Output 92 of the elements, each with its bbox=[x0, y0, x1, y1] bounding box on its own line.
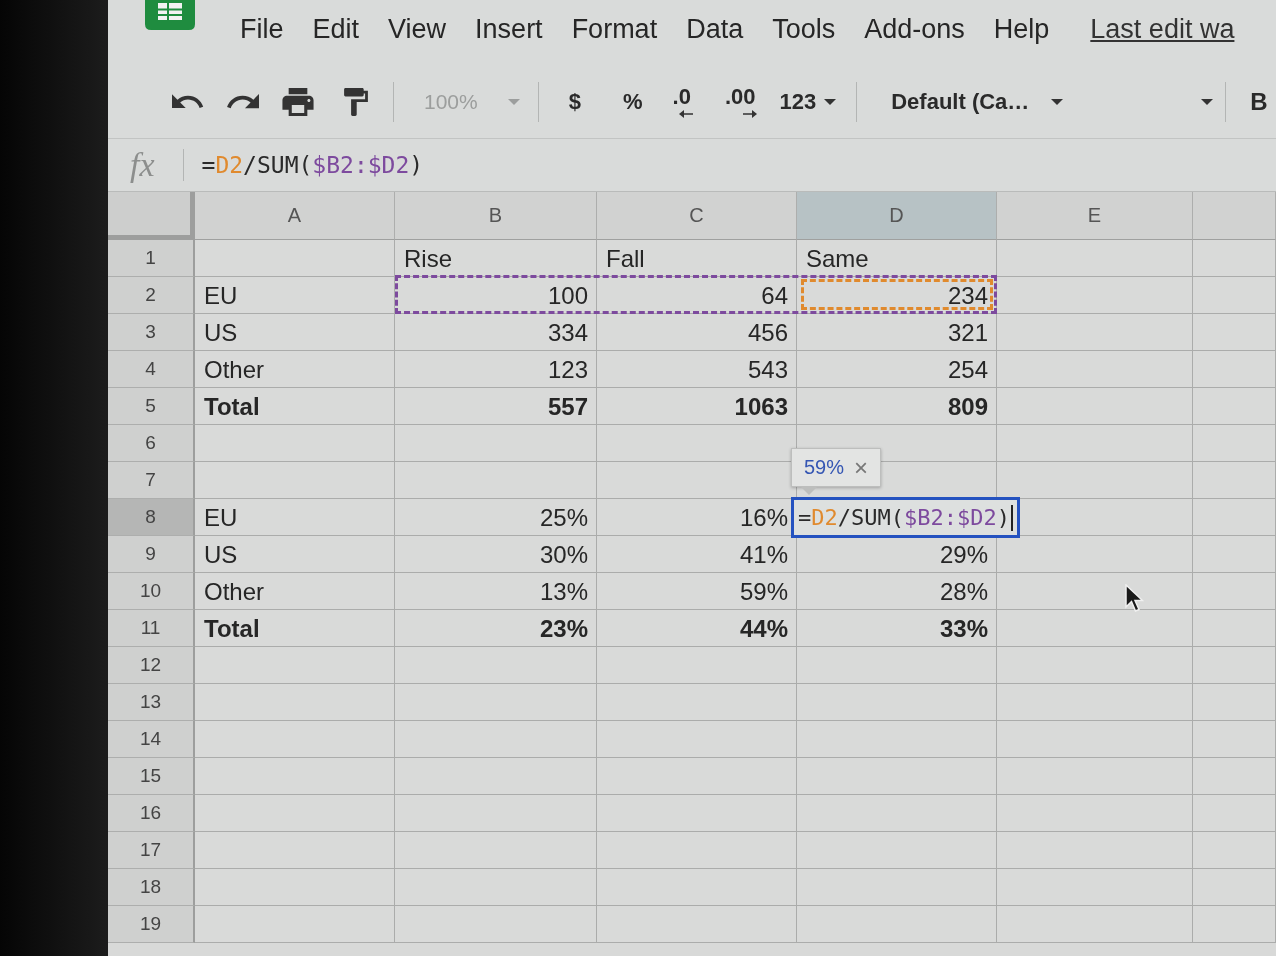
table-cell: 44% bbox=[597, 610, 797, 647]
caret-icon bbox=[1051, 98, 1064, 105]
right-arrow-icon bbox=[743, 110, 758, 118]
table-cell: US bbox=[195, 314, 395, 351]
row-header[interactable]: 15 bbox=[108, 758, 195, 795]
table-cell: 29% bbox=[797, 536, 997, 573]
row-header[interactable]: 17 bbox=[108, 832, 195, 869]
row-header[interactable]: 19 bbox=[108, 906, 195, 943]
menu-item[interactable]: Tools bbox=[772, 14, 836, 45]
table-cell: 23% bbox=[395, 610, 597, 647]
table-cell: Other bbox=[195, 351, 395, 388]
cell-reference: $B2:$D2 bbox=[904, 505, 997, 530]
row-header[interactable]: 6 bbox=[108, 425, 195, 462]
menu-item[interactable]: File bbox=[240, 14, 284, 45]
cell-reference: D2 bbox=[215, 152, 244, 178]
table-cell: Fall bbox=[597, 240, 797, 277]
table-cell: 543 bbox=[597, 351, 797, 388]
caret-icon bbox=[824, 98, 837, 105]
format-button[interactable]: $ bbox=[568, 89, 581, 114]
last-edit-link[interactable]: Last edit wa bbox=[1090, 14, 1235, 45]
menu-item[interactable]: Format bbox=[571, 14, 658, 45]
row-header[interactable]: 4 bbox=[108, 351, 195, 388]
row-header[interactable]: 18 bbox=[108, 869, 195, 906]
table-cell: Total bbox=[195, 388, 395, 425]
format-button[interactable]: % bbox=[622, 89, 643, 114]
menu-item[interactable]: Insert bbox=[475, 14, 543, 45]
table-cell: Other bbox=[195, 573, 395, 610]
cell-reference: $B2:$D2 bbox=[312, 152, 410, 178]
row-header[interactable]: 16 bbox=[108, 795, 195, 832]
menu-item[interactable]: Add-ons bbox=[864, 14, 965, 45]
table-cell: 123 bbox=[395, 351, 597, 388]
column-header[interactable]: A bbox=[195, 192, 395, 240]
formula-result-value: 59% bbox=[804, 456, 845, 479]
caret-icon bbox=[507, 98, 520, 105]
table-cell: 13% bbox=[395, 573, 597, 610]
table-cell: 64 bbox=[597, 277, 797, 314]
menu-item[interactable]: View bbox=[388, 14, 447, 45]
spreadsheet-logo-icon[interactable] bbox=[145, 0, 195, 30]
row-header[interactable]: 5 bbox=[108, 388, 195, 425]
redo-icon[interactable] bbox=[227, 94, 259, 109]
cell-editor-field[interactable]: =D2/SUM($B2:$D2) bbox=[791, 497, 1020, 538]
undo-icon[interactable] bbox=[172, 94, 204, 109]
table-cell: 25% bbox=[395, 499, 597, 536]
row-header[interactable]: 2 bbox=[108, 277, 195, 314]
row-header[interactable]: 3 bbox=[108, 314, 195, 351]
row-header[interactable]: 10 bbox=[108, 573, 195, 610]
table-cell: 28% bbox=[797, 573, 997, 610]
print-icon[interactable] bbox=[282, 87, 314, 116]
column-header[interactable]: D bbox=[797, 192, 997, 240]
table-cell: US bbox=[195, 536, 395, 573]
bold-button[interactable]: B bbox=[1250, 89, 1268, 114]
table-cell: EU bbox=[195, 277, 395, 314]
formula-field[interactable]: =D2/SUM($B2:$D2) bbox=[201, 152, 1276, 178]
table-cell: 33% bbox=[797, 610, 997, 647]
table-cell: 456 bbox=[597, 314, 797, 351]
font-dropdown[interactable]: Default (Ca… bbox=[891, 89, 1064, 114]
close-button[interactable]: × bbox=[854, 457, 869, 478]
table-cell: 41% bbox=[597, 536, 797, 573]
format-button[interactable]: .0 bbox=[672, 85, 691, 118]
table-cell: Total bbox=[195, 610, 395, 647]
mouse-pointer-icon bbox=[1125, 584, 1144, 613]
column-header[interactable]: C bbox=[597, 192, 797, 240]
table-cell: 809 bbox=[797, 388, 997, 425]
column-header[interactable]: E bbox=[997, 192, 1193, 240]
number-format-dropdown[interactable]: 123 bbox=[779, 89, 837, 114]
table-cell: 334 bbox=[395, 314, 597, 351]
table-cell: 557 bbox=[395, 388, 597, 425]
row-header[interactable]: 12 bbox=[108, 647, 195, 684]
column-header[interactable]: B bbox=[395, 192, 597, 240]
table-cell: 321 bbox=[797, 314, 997, 351]
table-cell: 30% bbox=[395, 536, 597, 573]
row-header[interactable]: 1 bbox=[108, 240, 195, 277]
format-button[interactable]: .00 bbox=[724, 85, 756, 118]
row-header[interactable]: 11 bbox=[108, 610, 195, 647]
row-header[interactable]: 14 bbox=[108, 721, 195, 758]
row-header[interactable]: 13 bbox=[108, 684, 195, 721]
row-header[interactable]: 9 bbox=[108, 536, 195, 573]
table-cell: 254 bbox=[797, 351, 997, 388]
row-header[interactable]: 7 bbox=[108, 462, 195, 499]
menu-item[interactable]: Data bbox=[686, 14, 744, 45]
table-cell: 1063 bbox=[597, 388, 797, 425]
menu-item[interactable]: Help bbox=[993, 14, 1050, 45]
cell-reference: D2 bbox=[811, 505, 838, 530]
table-cell: 59% bbox=[597, 573, 797, 610]
table-cell: Same bbox=[797, 240, 997, 277]
fx-label: fx bbox=[130, 146, 155, 184]
left-arrow-icon bbox=[678, 110, 693, 118]
menu-item[interactable]: Edit bbox=[312, 14, 360, 45]
table-cell: EU bbox=[195, 499, 395, 536]
row-header[interactable]: 8 bbox=[108, 499, 195, 536]
text-cursor bbox=[1010, 504, 1013, 531]
caret-icon bbox=[1201, 98, 1214, 105]
